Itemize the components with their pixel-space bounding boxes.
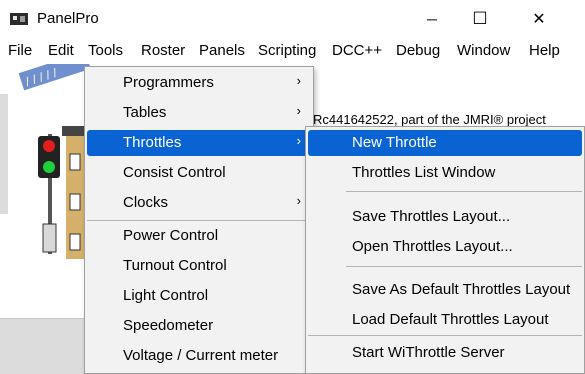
menu-item-label: Speedometer (123, 317, 214, 334)
menu-item-label: Clocks (123, 194, 169, 211)
menu-item-label: Turnout Control (123, 257, 227, 274)
menu-debug[interactable]: Debug (396, 42, 440, 59)
menu-item-tables[interactable]: Tables › (87, 100, 311, 126)
version-text: Rc441642522, part of the JMRI® project (313, 112, 546, 127)
menu-item-label: Power Control (123, 227, 219, 244)
close-icon: ✕ (532, 11, 546, 28)
menu-item-turnout-control[interactable]: Turnout Control (87, 253, 311, 279)
menu-item-label: Throttles List Window (352, 164, 496, 181)
menu-item-programmers[interactable]: Programmers › (87, 70, 311, 96)
menu-edit[interactable]: Edit (48, 42, 74, 59)
submenu-arrow-icon: › (296, 103, 301, 118)
menu-separator (308, 335, 582, 336)
menu-dccpp[interactable]: DCC++ (332, 42, 382, 59)
menu-item-save-throttles-layout[interactable]: Save Throttles Layout... (308, 204, 582, 230)
menu-item-new-throttle[interactable]: New Throttle (308, 130, 582, 156)
menu-roster[interactable]: Roster (141, 42, 185, 59)
title-bar[interactable]: PanelPro ─ ☐ ✕ (0, 0, 585, 38)
app-icon (10, 13, 28, 25)
menu-help[interactable]: Help (529, 42, 560, 59)
minimize-button[interactable]: ─ (409, 0, 455, 38)
menu-item-label: Save As Default Throttles Layout (352, 281, 571, 298)
menu-item-label: Consist Control (123, 164, 226, 181)
menu-item-start-withrottle-server[interactable]: Start WiThrottle Server (308, 340, 582, 366)
menu-item-label: Start WiThrottle Server (352, 344, 505, 361)
menu-item-consist-control[interactable]: Consist Control (87, 160, 311, 186)
menu-item-label: Save Throttles Layout... (352, 208, 511, 225)
menu-item-throttles[interactable]: Throttles › (87, 130, 311, 156)
menu-item-label: Load Default Throttles Layout (352, 311, 549, 328)
menu-item-label: Programmers (123, 74, 214, 91)
menu-item-light-control[interactable]: Light Control (87, 283, 311, 309)
menu-separator (346, 266, 582, 267)
close-button[interactable]: ✕ (516, 0, 562, 38)
minimize-icon: ─ (427, 11, 437, 27)
menu-item-label: Voltage / Current meter (123, 347, 279, 364)
menu-item-throttles-list-window[interactable]: Throttles List Window (308, 160, 582, 186)
menu-item-label: New Throttle (352, 134, 437, 151)
window-title: PanelPro (37, 10, 99, 27)
submenu-arrow-icon: › (296, 133, 301, 148)
menu-item-voltage-current-meter[interactable]: Voltage / Current meter (87, 343, 311, 369)
menu-item-clocks[interactable]: Clocks › (87, 190, 311, 216)
submenu-arrow-icon: › (296, 193, 301, 208)
menu-item-label: Throttles (123, 134, 182, 151)
menu-scripting[interactable]: Scripting (258, 42, 316, 59)
menu-item-label: Light Control (123, 287, 209, 304)
jmri-logo-graphic: / / / / / (0, 64, 90, 259)
maximize-button[interactable]: ☐ (457, 0, 503, 38)
maximize-icon: ☐ (472, 9, 488, 28)
throttles-submenu: New Throttle Throttles List Window Save … (305, 126, 585, 374)
menu-separator (87, 220, 311, 221)
menu-item-label: Tables (123, 104, 167, 121)
menu-file[interactable]: File (8, 42, 32, 59)
menu-item-open-throttles-layout[interactable]: Open Throttles Layout... (308, 234, 582, 260)
menu-tools[interactable]: Tools (88, 42, 123, 59)
menu-panels[interactable]: Panels (199, 42, 245, 59)
logo-ribbon: / / / / / (18, 64, 90, 91)
menu-item-load-default-throttles-layout[interactable]: Load Default Throttles Layout (308, 307, 582, 333)
menu-separator (346, 191, 582, 192)
menu-item-speedometer[interactable]: Speedometer (87, 313, 311, 339)
submenu-arrow-icon: › (296, 73, 301, 88)
menu-item-save-as-default-throttles-layout[interactable]: Save As Default Throttles Layout (308, 277, 582, 303)
menu-item-power-control[interactable]: Power Control (87, 223, 311, 249)
menu-window[interactable]: Window (457, 42, 510, 59)
menu-bar: File Edit Tools Roster Panels Scripting … (0, 38, 585, 64)
tools-menu: Programmers › Tables › Throttles › Consi… (84, 66, 314, 374)
menu-item-label: Open Throttles Layout... (352, 238, 513, 255)
